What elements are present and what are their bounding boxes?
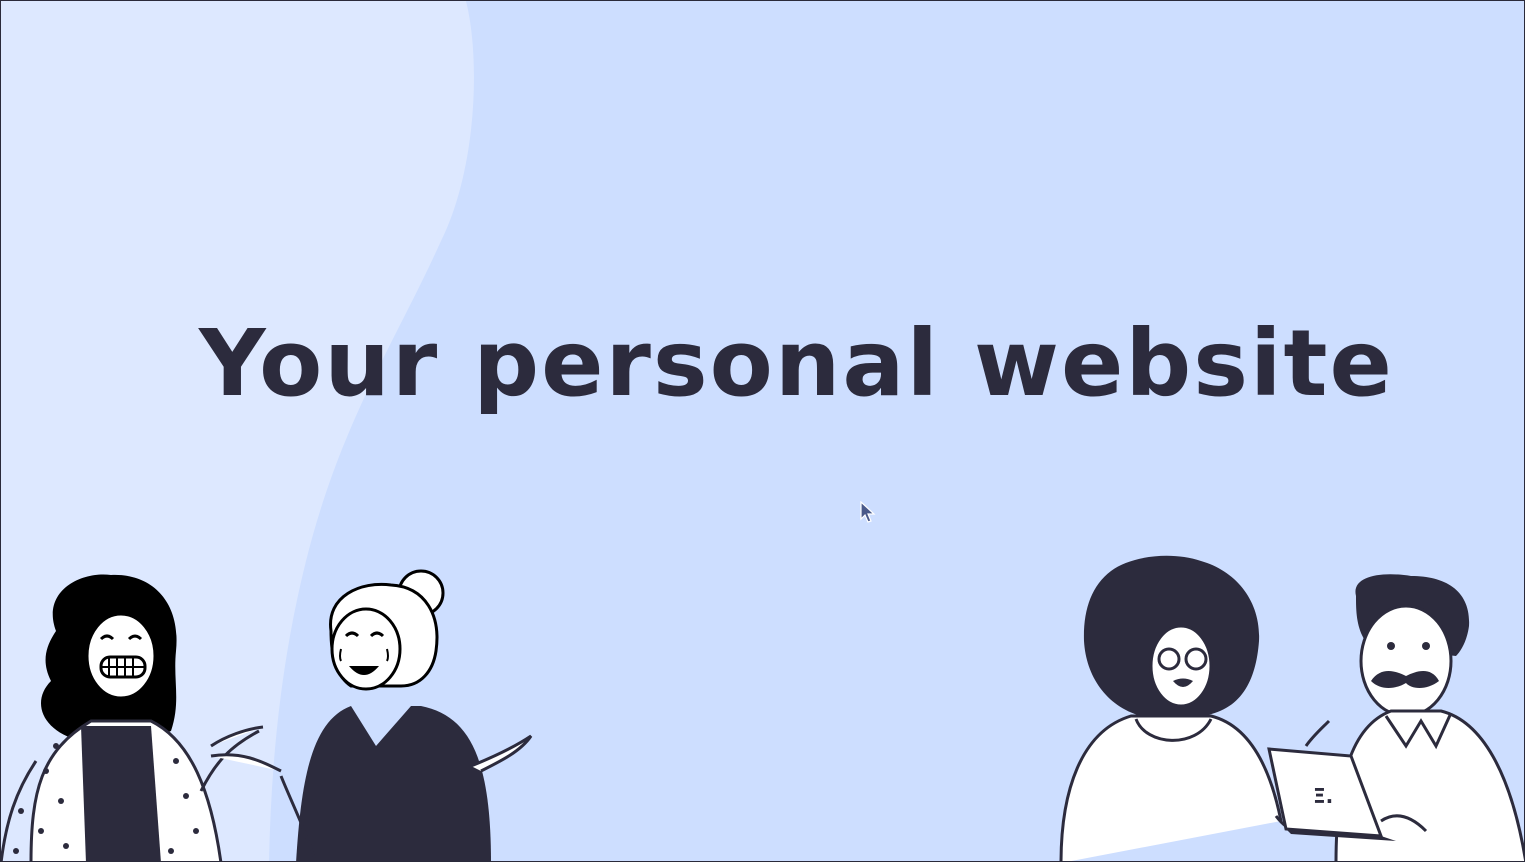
mouse-pointer-icon [860, 501, 876, 523]
two-women-illustration [1, 569, 533, 861]
woman-2 [210, 569, 533, 861]
woman-1 [1, 574, 264, 861]
woman-with-afro [1059, 555, 1317, 861]
svg-text:Ξ.: Ξ. [1313, 784, 1333, 808]
woman-and-man-with-laptop-illustration: Ξ. [1059, 555, 1524, 861]
man-with-laptop: Ξ. [1267, 574, 1524, 861]
hero-headline: Your personal website [199, 310, 1394, 417]
page: Your personal website Ξ. [0, 0, 1525, 862]
